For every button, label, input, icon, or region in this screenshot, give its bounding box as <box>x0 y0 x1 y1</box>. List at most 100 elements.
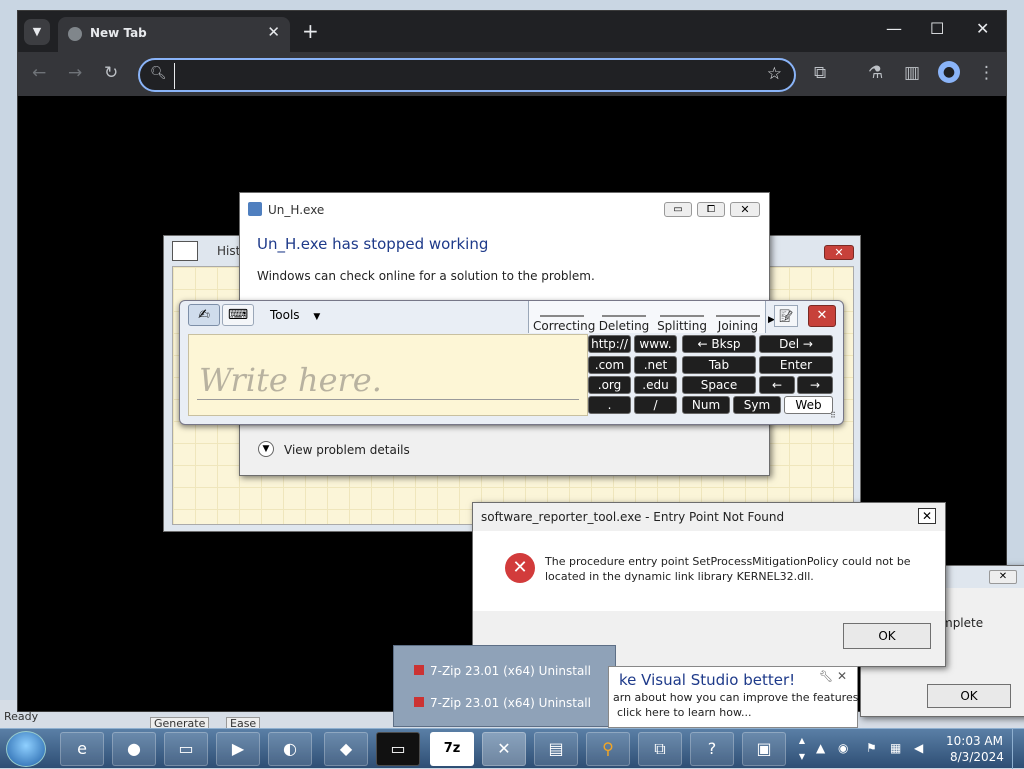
help-notepad-icon[interactable]: 📝︎ <box>774 305 798 327</box>
key-www[interactable]: www. <box>634 335 677 353</box>
history-window-icon <box>172 241 198 261</box>
balloon-options-icon[interactable]: 🔧︎ <box>819 670 833 683</box>
key-http[interactable]: http:// <box>588 335 631 353</box>
7zip-uninstall-icon <box>414 665 424 675</box>
notepad-icon[interactable]: ▤ <box>534 732 578 766</box>
remote-desktop-icon[interactable]: ▣ <box>742 732 786 766</box>
gesture-help-area: Correcting Deleting Splitting Joining <box>528 301 766 333</box>
history-close-button[interactable]: ✕ <box>824 245 854 260</box>
key-enter[interactable]: Enter <box>759 356 833 374</box>
search-icon[interactable]: ⚲ <box>586 732 630 766</box>
balloon-line1: arn about how you can improve the featur… <box>613 691 859 704</box>
gesture-splitting[interactable]: Splitting <box>655 303 709 333</box>
clock-date[interactable]: 8/3/2024 <box>950 750 1004 764</box>
help-icon[interactable]: ? <box>690 732 734 766</box>
dialog-message: Windows can check online for a solution … <box>257 269 595 283</box>
back-arrow-icon[interactable]: ← <box>32 62 46 84</box>
key-left-arrow[interactable]: ← <box>759 376 795 394</box>
key-org[interactable]: .org <box>588 376 631 394</box>
tools-menu[interactable]: Tools ▼ <box>270 308 320 322</box>
entry-point-body: ✕ The procedure entry point SetProcessMi… <box>473 531 945 611</box>
writing-pad-mode-button[interactable]: ✍ <box>188 304 220 326</box>
show-desktop-button[interactable] <box>1012 729 1024 769</box>
writing-pad[interactable]: Write here. <box>188 334 588 416</box>
key-tab[interactable]: Tab <box>682 356 756 374</box>
labs-flask-icon[interactable]: ⚗ <box>868 62 883 84</box>
dialog-title: Un_H.exe <box>268 203 325 217</box>
extensions-icon[interactable]: ⧉ <box>814 62 826 84</box>
action-center-flag-icon[interactable]: ⚑ <box>866 741 877 755</box>
dialog-close-button[interactable]: ✕ <box>730 202 760 217</box>
globe-icon[interactable]: ◐ <box>268 732 312 766</box>
view-problem-details-link[interactable]: View problem details <box>284 443 410 457</box>
installer-icon[interactable]: ◆ <box>324 732 368 766</box>
key-right-arrow[interactable]: → <box>797 376 833 394</box>
tab-close-icon[interactable]: ✕ <box>267 23 280 41</box>
network-icon[interactable]: ▦ <box>890 741 901 755</box>
network-tool-icon[interactable]: ⧉ <box>638 732 682 766</box>
thumbnail-item[interactable]: 7-Zip 23.01 (x64) Uninstall <box>414 664 591 678</box>
new-tab-favicon-icon <box>68 27 82 41</box>
7zip-uninstall-icon[interactable]: ✕ <box>482 732 526 766</box>
profile-avatar-icon[interactable]: ● <box>938 61 960 83</box>
entry-point-ok-button[interactable]: OK <box>843 623 931 649</box>
key-com[interactable]: .com <box>588 356 631 374</box>
forward-arrow-icon[interactable]: → <box>68 62 82 84</box>
clock-time[interactable]: 10:03 AM <box>946 734 1003 748</box>
dialog-heading: Un_H.exe has stopped working <box>257 235 489 253</box>
volume-icon[interactable]: ◀ <box>914 741 923 755</box>
key-net[interactable]: .net <box>634 356 677 374</box>
7zip-icon[interactable]: 7z <box>430 732 474 766</box>
key-space[interactable]: Space <box>682 376 756 394</box>
minimize-button[interactable]: — <box>886 19 902 38</box>
entry-point-message-line1: The procedure entry point SetProcessMiti… <box>545 555 911 568</box>
maximize-button[interactable]: ☐ <box>930 19 944 38</box>
show-hidden-icons-icon[interactable]: ▲ <box>816 741 825 755</box>
key-num[interactable]: Num <box>682 396 730 414</box>
key-sym[interactable]: Sym <box>733 396 781 414</box>
reload-icon[interactable]: ↻ <box>104 62 118 84</box>
expand-details-icon[interactable]: ▼ <box>258 441 274 457</box>
chrome-menu-icon[interactable]: ⋮ <box>978 62 995 84</box>
explorer-icon[interactable]: ▭ <box>164 732 208 766</box>
keyboard-mode-button[interactable]: ⌨ <box>222 304 254 326</box>
start-button[interactable] <box>6 731 46 767</box>
bookmark-star-icon[interactable]: ☆ <box>767 64 782 84</box>
tools-label: Tools <box>270 308 300 322</box>
close-window-button[interactable]: ✕ <box>976 19 989 38</box>
address-input[interactable] <box>174 63 739 89</box>
dialog-app-icon <box>248 202 262 216</box>
new-tab-button[interactable]: + <box>302 19 319 43</box>
key-slash[interactable]: / <box>634 396 677 414</box>
cmd-icon[interactable]: ▭ <box>376 732 420 766</box>
entry-point-close-button[interactable]: ✕ <box>918 508 936 524</box>
ie-icon[interactable]: e <box>60 732 104 766</box>
omnibox[interactable]: 🔍︎ ☆ <box>138 58 796 92</box>
resize-grip-icon[interactable]: ⠿ <box>830 411 836 420</box>
tray-app-icon[interactable]: ◉ <box>838 741 848 755</box>
tab-search-button[interactable]: ▼ <box>24 19 50 45</box>
visual-studio-balloon[interactable]: ke Visual Studio better! 🔧︎ ✕ arn about … <box>608 666 858 728</box>
firefox-icon[interactable]: ● <box>112 732 156 766</box>
partial-close-button[interactable]: ✕ <box>989 570 1017 584</box>
thumbnail-item[interactable]: 7-Zip 23.01 (x64) Uninstall <box>414 696 591 710</box>
tablet-close-button[interactable]: ✕ <box>808 305 836 327</box>
chrome-toolbar: ← → ↻ 🔍︎ ☆ ⧉ ⚗ ▥ ● ⋮ <box>18 52 1006 96</box>
partial-ok-button[interactable]: OK <box>927 684 1011 708</box>
tab-new-tab[interactable]: New Tab ✕ <box>58 17 290 52</box>
dialog-minimize-button[interactable]: ▭ <box>664 202 692 217</box>
gesture-deleting[interactable]: Deleting <box>597 303 651 333</box>
key-web[interactable]: Web <box>784 396 833 414</box>
balloon-close-icon[interactable]: ✕ <box>837 669 847 683</box>
entry-point-message-line2: located in the dynamic link library KERN… <box>545 570 814 583</box>
side-panel-icon[interactable]: ▥ <box>904 62 920 84</box>
key-dot[interactable]: . <box>588 396 631 414</box>
media-player-icon[interactable]: ▶ <box>216 732 260 766</box>
key-delete[interactable]: Del → <box>759 335 833 353</box>
key-edu[interactable]: .edu <box>634 376 677 394</box>
taskbar-scroll[interactable]: ▲ ▼ <box>796 733 808 765</box>
gesture-joining[interactable]: Joining <box>713 303 763 333</box>
dialog-restore-button[interactable]: ⧠ <box>697 202 725 217</box>
gesture-correcting[interactable]: Correcting <box>533 303 595 333</box>
key-backspace[interactable]: ← Bksp <box>682 335 756 353</box>
